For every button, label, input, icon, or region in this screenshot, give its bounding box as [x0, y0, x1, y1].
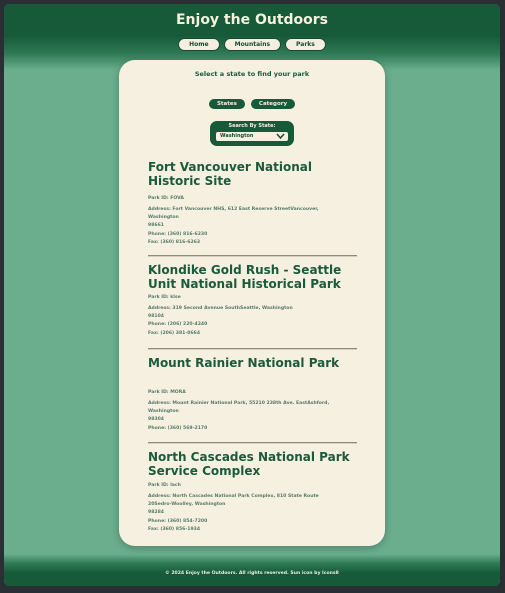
intro-text: Select a state to find your park: [194, 70, 310, 78]
park-fax: Fax: (360) 816-6263: [148, 239, 201, 245]
divider: [148, 442, 357, 444]
nav-home-button[interactable]: Home: [178, 38, 220, 51]
park-phone: Phone: (360) 854-7200: [148, 518, 208, 524]
nav-mountains-button[interactable]: Mountains: [223, 38, 282, 51]
footer-text: © 2024 Enjoy the Outdoors. All rights re…: [165, 571, 339, 576]
park-fax: Fax: (206) 381-0664: [148, 330, 201, 336]
park-phone: Phone: (360) 816-6230: [148, 231, 208, 237]
park-id: Park ID: FOVA: [148, 196, 184, 201]
state-select-value: Washington: [220, 133, 254, 139]
park-id: Park ID: klse: [148, 295, 181, 300]
park-address: Address: Fort Vancouver NHS, 612 East Re…: [148, 206, 358, 247]
state-select[interactable]: Washington: [216, 132, 288, 141]
state-search-box: Search By State: Washington: [210, 121, 294, 146]
divider: [148, 348, 357, 350]
park-id: Park ID: lach: [148, 483, 181, 488]
main-nav: Home Mountains Parks: [4, 38, 500, 51]
park-entry: Mount Rainier National Park Park ID: MOR…: [148, 356, 358, 433]
park-phone: Phone: (360) 569-2170: [148, 425, 208, 431]
category-filter-button[interactable]: Category: [250, 99, 296, 109]
park-address: Address: 319 Second Avenue SouthSeattle,…: [148, 305, 358, 338]
site-title: Enjoy the Outdoors: [175, 12, 329, 28]
divider: [148, 255, 357, 257]
site-footer: © 2024 Enjoy the Outdoors. All rights re…: [4, 554, 500, 586]
filter-buttons: States Category: [119, 99, 385, 109]
park-address: Address: North Cascades National Park Co…: [148, 493, 358, 534]
park-entry: Fort Vancouver National Historic Site Pa…: [148, 160, 358, 247]
park-id: Park ID: MORA: [148, 390, 186, 395]
park-address: Address: Mount Rainier National Park, 55…: [148, 400, 358, 433]
park-entry: Klondike Gold Rush - Seattle Unit Nation…: [148, 263, 358, 338]
park-fax: Fax: (360) 856-1934: [148, 526, 201, 532]
park-phone: Phone: (206) 220-4240: [148, 322, 208, 328]
park-name: Fort Vancouver National Historic Site: [148, 160, 313, 188]
park-name: North Cascades National Park Service Com…: [148, 450, 350, 478]
park-entry: North Cascades National Park Service Com…: [148, 450, 358, 534]
park-name: Klondike Gold Rush - Seattle Unit Nation…: [148, 263, 342, 291]
chevron-down-icon: [276, 133, 285, 140]
page: Enjoy the Outdoors Home Mountains Parks …: [4, 4, 500, 586]
states-filter-button[interactable]: States: [208, 99, 245, 109]
search-label: Search By State:: [228, 123, 276, 129]
nav-parks-button[interactable]: Parks: [285, 38, 326, 51]
parks-card: Select a state to find your park States …: [119, 60, 385, 546]
park-name: Mount Rainier National Park: [148, 356, 340, 370]
